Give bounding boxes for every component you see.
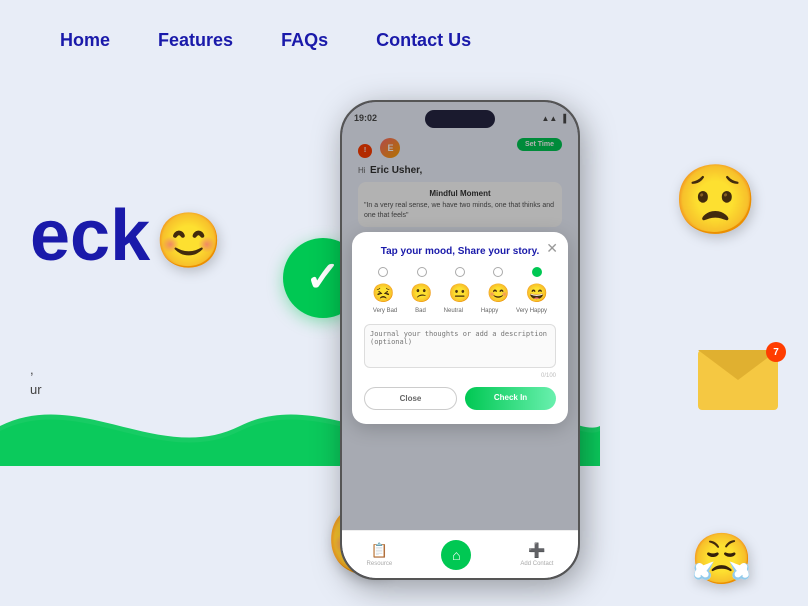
mood-emoji-happy[interactable]: 😊 bbox=[487, 283, 509, 304]
nav-features[interactable]: Features bbox=[158, 30, 233, 51]
wifi-icon: ▲▲ bbox=[541, 114, 557, 123]
label-very-bad: Very Bad bbox=[373, 308, 397, 314]
navbar: Home Features FAQs Contact Us bbox=[0, 0, 808, 80]
label-happy: Happy bbox=[481, 308, 498, 314]
emoji-angry-bottom: 😤 bbox=[691, 530, 753, 589]
close-button[interactable]: Close bbox=[364, 387, 457, 410]
bottom-nav-resource[interactable]: 📋 Resource bbox=[367, 542, 393, 567]
bottom-nav-home[interactable]: ⌂ bbox=[441, 540, 471, 570]
mood-modal: ✕ Tap your mood, Share your story. 😣 😕 😐… bbox=[352, 232, 568, 424]
label-very-happy: Very Happy bbox=[516, 308, 547, 314]
radio-very-bad[interactable] bbox=[378, 267, 388, 277]
resource-icon: 📋 bbox=[371, 542, 388, 559]
mood-radio-row bbox=[364, 267, 556, 277]
phone-bottom-nav: 📋 Resource ⌂ ➕ Add Contact bbox=[342, 530, 578, 578]
envelope: 7 bbox=[698, 350, 778, 410]
checkin-button[interactable]: Check In bbox=[465, 387, 556, 410]
label-neutral: Neutral bbox=[444, 308, 463, 314]
radio-very-happy[interactable] bbox=[532, 267, 542, 277]
envelope-body: 7 bbox=[698, 350, 778, 410]
radio-bad[interactable] bbox=[417, 267, 427, 277]
char-count: 0/100 bbox=[364, 373, 556, 379]
mood-emoji-row: 😣 😕 😐 😊 😄 bbox=[364, 283, 556, 304]
hero-subtitle: , ur bbox=[30, 360, 42, 399]
phone-body: 19:02 ▲▲ ▐ ! E Set Time Hi Eric Usher, M… bbox=[340, 100, 580, 580]
journal-input[interactable] bbox=[364, 324, 556, 368]
add-contact-icon: ➕ bbox=[528, 542, 545, 559]
home-icon: ⌂ bbox=[452, 547, 460, 563]
resource-label: Resource bbox=[367, 561, 393, 567]
checkmark-icon: ✓ bbox=[305, 252, 340, 301]
phone-screen: 19:02 ▲▲ ▐ ! E Set Time Hi Eric Usher, M… bbox=[342, 102, 578, 578]
radio-happy[interactable] bbox=[493, 267, 503, 277]
mood-emoji-bad[interactable]: 😕 bbox=[410, 283, 432, 304]
emoji-smile-left: 😊 bbox=[155, 210, 222, 273]
phone-mockup: 19:02 ▲▲ ▐ ! E Set Time Hi Eric Usher, M… bbox=[340, 100, 580, 580]
mood-emoji-neutral[interactable]: 😐 bbox=[449, 283, 471, 304]
status-bar: 19:02 ▲▲ ▐ bbox=[354, 106, 566, 130]
mood-emoji-very-bad[interactable]: 😣 bbox=[372, 283, 394, 304]
label-bad: Bad bbox=[415, 308, 426, 314]
modal-buttons: Close Check In bbox=[364, 387, 556, 410]
hero-title: eck bbox=[30, 200, 150, 272]
bottom-nav-add-contact[interactable]: ➕ Add Contact bbox=[520, 542, 553, 567]
mood-labels: Very Bad Bad Neutral Happy Very Happy bbox=[364, 308, 556, 314]
nav-faqs[interactable]: FAQs bbox=[281, 30, 328, 51]
add-contact-label: Add Contact bbox=[520, 561, 553, 567]
battery-icon: ▐ bbox=[560, 114, 566, 123]
status-icons: ▲▲ ▐ bbox=[541, 114, 566, 123]
mood-emoji-very-happy[interactable]: 😄 bbox=[526, 283, 548, 304]
envelope-badge: 7 bbox=[766, 342, 786, 362]
modal-title: Tap your mood, Share your story. bbox=[364, 246, 556, 257]
radio-neutral[interactable] bbox=[455, 267, 465, 277]
nav-home[interactable]: Home bbox=[60, 30, 110, 51]
emoji-sad-right: 😟 bbox=[673, 160, 758, 240]
phone-time: 19:02 bbox=[354, 113, 377, 123]
modal-close-icon[interactable]: ✕ bbox=[546, 240, 558, 257]
nav-contact[interactable]: Contact Us bbox=[376, 30, 471, 51]
